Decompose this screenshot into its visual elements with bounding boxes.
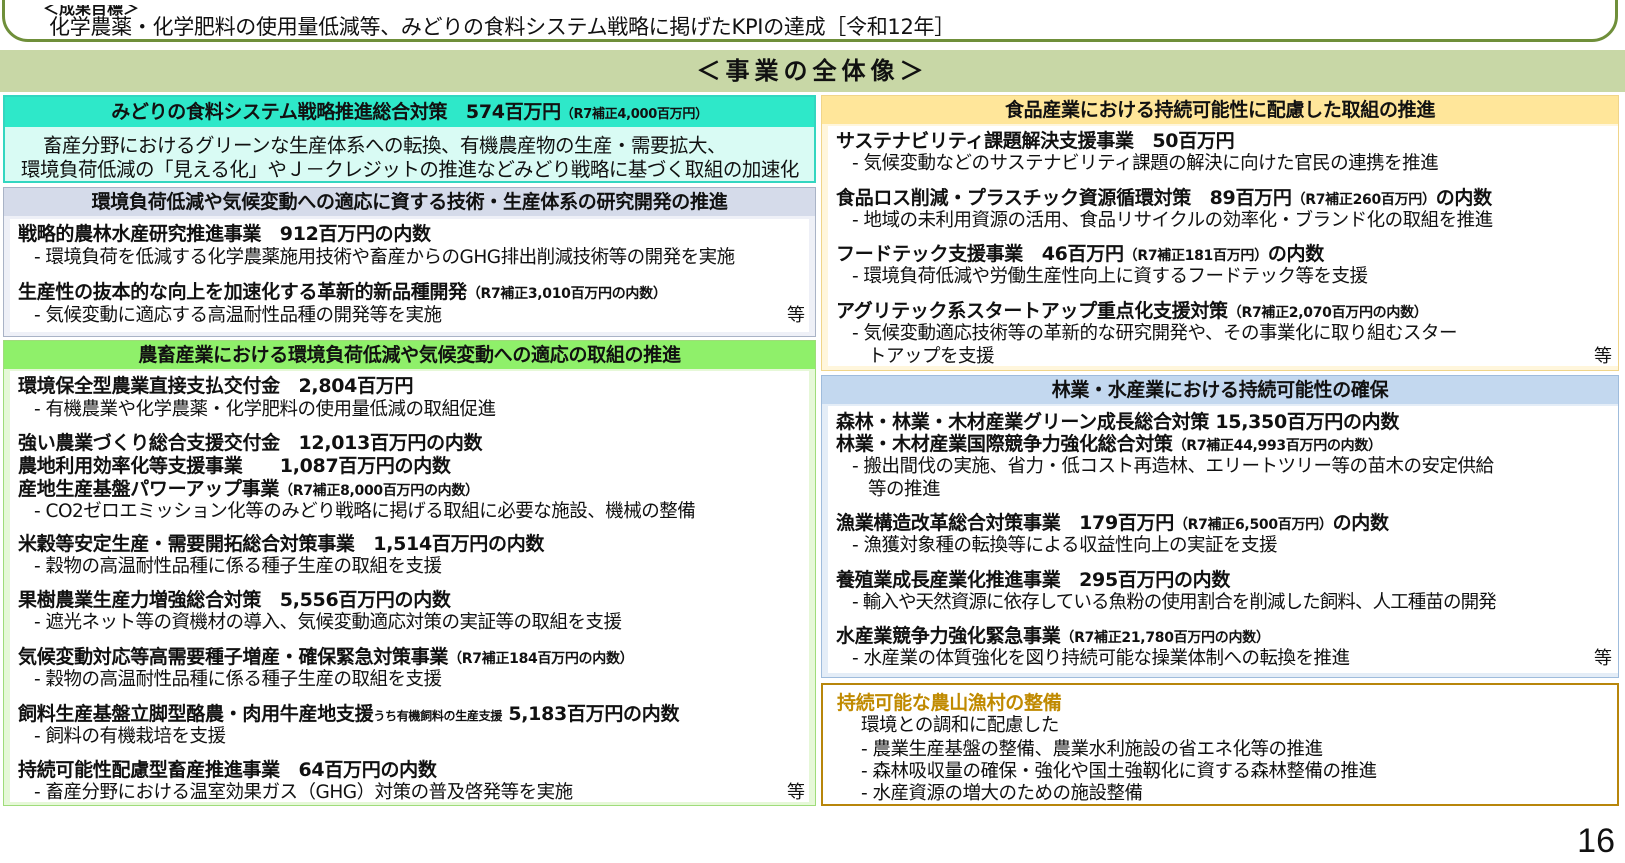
agri-item7-note: （R7補正184百万円の内数）	[448, 651, 634, 667]
agri-item1-title: 環境保全型農業直接支払交付金 2,804百万円	[18, 375, 414, 397]
objective-box: ＜成果目標＞ 化学農薬・化学肥料の使用量低減等、みどりの食料システム戦略に掲げた…	[2, 0, 1618, 42]
research-item2-desc: - 気候変動に適応する高温耐性品種の開発等を実施	[34, 305, 442, 326]
research-item2-title-text: 生産性の抜本的な向上を加速化する革新的新品種開発	[18, 281, 467, 303]
agri-item8-note: うち有機飼料の生産支援	[373, 709, 503, 723]
agri-item1-desc: - 有機農業や化学農薬・化学肥料の使用量低減の取組促進	[34, 399, 496, 420]
agri-item9-desc: - 畜産分野における温室効果ガス（GHG）対策の普及啓発等を実施	[34, 782, 573, 803]
food-item4-desc2: トアップを支援	[868, 346, 995, 367]
food-etc: 等	[1594, 346, 1612, 367]
objective-text: 化学農薬・化学肥料の使用量低減等、みどりの食料システム戦略に掲げたKPIの達成［…	[49, 15, 955, 39]
forest-header: 林業・水産業における持続可能性の確保	[822, 376, 1618, 404]
forest-item2-desc2: 等の推進	[868, 479, 941, 500]
forest-etc: 等	[1594, 648, 1612, 669]
research-body: 戦略的農林水産研究推進事業 912百万円の内数 - 環境負荷を低減する化学農薬施…	[10, 219, 809, 332]
research-item1-desc: - 環境負荷を低減する化学農薬施用技術や畜産からのGHG排出削減技術等の開発を実…	[34, 247, 735, 268]
forest-item3-title2: の内数	[1332, 512, 1389, 534]
overview-title: ＜事業の全体像＞	[0, 50, 1625, 92]
food-item1-desc: - 気候変動などのサステナビリティ課題の解決に向けた官民の連携を推進	[852, 153, 1439, 174]
forest-item3-desc: - 漁獲対象種の転換等による収益性向上の実証を支援	[852, 535, 1278, 556]
midori-desc-2: 環境負荷低減の「見える化」やＪ－クレジットの推進などみどり戦略に基づく取組の加速…	[21, 158, 799, 181]
research-item2-title: 生産性の抜本的な向上を加速化する革新的新品種開発（R7補正3,010百万円の内数…	[18, 277, 667, 304]
agri-item6-desc: - 遮光ネット等の資機材の導入、気候変動適応対策の実証等の取組を支援	[34, 612, 622, 633]
food-header: 食品産業における持続可能性に配慮した取組の推進	[822, 96, 1618, 124]
food-box: 食品産業における持続可能性に配慮した取組の推進 サステナビリティ課題解決支援事業…	[821, 95, 1619, 371]
page-number: 16	[1577, 822, 1615, 860]
research-header: 環境負荷低減や気候変動への適応に資する技術・生産体系の研究開発の推進	[4, 188, 815, 216]
food-item2-desc: - 地域の未利用資源の活用、食品リサイクルの効率化・ブランド化の取組を推進	[852, 210, 1493, 231]
agri-header: 農畜産業における環境負荷低減や気候変動への適応の取組の推進	[4, 341, 815, 369]
agri-item7-desc: - 穀物の高温耐性品種に係る種子生産の取組を支援	[34, 669, 442, 690]
research-item2-note: （R7補正3,010百万円の内数）	[466, 286, 667, 302]
midori-header: みどりの食料システム戦略推進総合対策 574百万円（R7補正4,000百万円）	[5, 97, 814, 127]
agri-item8-title2: 5,183百万円の内数	[508, 703, 680, 725]
agri-item4-desc: - CO2ゼロエミッション化等のみどり戦略に掲げる取組に必要な施設、機械の整備	[34, 501, 696, 522]
food-body: サステナビリティ課題解決支援事業 50百万円 - 気候変動などのサステナビリティ…	[828, 126, 1618, 367]
rural-box: 持続可能な農山漁村の整備 環境との調和に配慮した - 農業生産基盤の整備、農業水…	[821, 683, 1619, 806]
agri-item8-desc: - 飼料の有機栽培を支援	[34, 726, 226, 747]
agri-item5-desc: - 穀物の高温耐性品種に係る種子生産の取組を支援	[34, 556, 442, 577]
rural-intro: 環境との調和に配慮した	[861, 715, 1059, 736]
forest-body: 森林・林業・木材産業グリーン成長総合対策 15,350百万円の内数 林業・木材産…	[828, 406, 1618, 673]
forest-item4-desc: - 輸入や天然資源に依存している魚粉の使用割合を削減した飼料、人工種苗の開発	[852, 592, 1497, 613]
agri-box: 農畜産業における環境負荷低減や気候変動への適応の取組の推進 環境保全型農業直接支…	[3, 340, 816, 806]
research-etc: 等	[787, 305, 805, 326]
forest-box: 林業・水産業における持続可能性の確保 森林・林業・木材産業グリーン成長総合対策 …	[821, 375, 1619, 678]
research-item1-title: 戦略的農林水産研究推進事業 912百万円の内数	[18, 223, 431, 245]
rural-item-3: - 水産資源の増大のための施設整備	[861, 783, 1143, 804]
research-box: 環境負荷低減や気候変動への適応に資する技術・生産体系の研究開発の推進 戦略的農林…	[3, 187, 816, 337]
midori-title-note: （R7補正4,000百万円）	[560, 107, 708, 122]
midori-box: みどりの食料システム戦略推進総合対策 574百万円（R7補正4,000百万円） …	[3, 95, 816, 183]
agri-etc: 等	[787, 782, 805, 803]
food-item3-desc: - 環境負荷低減や労働生産性向上に資するフードテック等を支援	[852, 266, 1368, 287]
forest-item5-desc: - 水産業の体質強化を図り持続可能な操業体制への転換を推進	[852, 648, 1350, 669]
midori-title: みどりの食料システム戦略推進総合対策 574百万円	[111, 101, 561, 123]
forest-item2-desc: - 搬出間伐の実施、省力・低コスト再造林、エリートツリー等の苗木の安定供給	[852, 456, 1494, 477]
agri-body: 環境保全型農業直接支払交付金 2,804百万円 - 有機農業や化学農薬・化学肥料…	[10, 371, 809, 803]
